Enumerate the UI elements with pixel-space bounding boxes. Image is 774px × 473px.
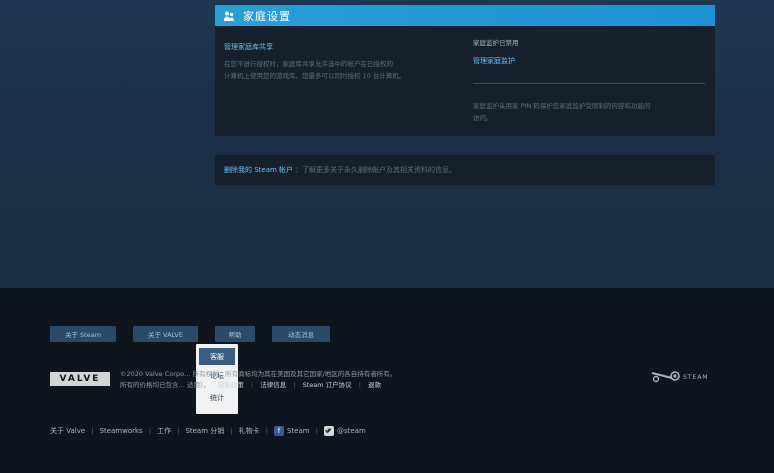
separator: | — [177, 427, 180, 435]
separator: | — [358, 381, 361, 389]
copyright-line: ©2020 Valve Corpo… 所有权利。所有商标均为其在美国及其它国家/… — [120, 370, 397, 378]
separator: | — [315, 427, 318, 435]
desc-line: 在您不进行授权时，家庭库共享允许选中的帐户在已授权的 — [224, 60, 393, 68]
refunds-link[interactable]: 退款 — [368, 381, 381, 389]
manage-library-sharing-link[interactable]: 管理家庭库共享 — [224, 42, 424, 52]
delete-account-bar: 删除我的 Steam 帐户 ：了解更多关于永久删除帐户及其相关资料的信息。 — [215, 155, 715, 185]
family-view-status: 家庭监护已禁用 — [473, 39, 519, 47]
family-view-note: 家庭监护采用家 PIN 码保护您家庭监护受限制的内容和功能的 访问。 — [473, 100, 705, 124]
twitter-icon[interactable] — [323, 426, 334, 436]
separator: | — [91, 427, 94, 435]
footer: 关于 Steam 关于 VALVE 帮助 动态消息 客服 论坛 统计 VALVE… — [0, 288, 774, 473]
family-settings-panel: 家庭设置 管理家庭库共享 在您不进行授权时，家庭库共享允许选中的帐户在已授权的 … — [215, 5, 715, 136]
dropdown-item-support[interactable]: 客服 — [199, 348, 235, 365]
steam-logo-icon — [651, 371, 680, 383]
separator: | — [265, 427, 268, 435]
delete-account-description: ：了解更多关于永久删除帐户及其相关资料的信息。 — [295, 166, 457, 174]
legal-link[interactable]: 法律信息 — [260, 381, 286, 389]
facebook-icon[interactable]: f — [273, 426, 284, 436]
help-button[interactable]: 帮助 — [215, 326, 255, 342]
about-valve-link[interactable]: 关于 Valve — [50, 426, 85, 436]
separator: | — [148, 427, 152, 435]
steam-logo-text: STEAM — [683, 373, 709, 381]
copyright-line: 所有的价格均已包含… 适用）。 — [120, 381, 210, 389]
family-icon — [223, 10, 235, 22]
panel-header: 家庭设置 — [215, 5, 715, 26]
separator: | — [293, 381, 296, 389]
separator: | — [250, 381, 254, 389]
bottom-links: 关于 Valve | Steamworks | 工作 | Steam 分销 | … — [50, 426, 366, 436]
valve-logo: VALVE — [50, 372, 110, 386]
privacy-policy-link[interactable]: 隐私政策 — [218, 381, 244, 389]
manage-family-view-link[interactable]: 管理家庭监护 — [473, 56, 705, 66]
library-sharing-description: 在您不进行授权时，家庭库共享允许选中的帐户在已授权的 计算机上使用您的游戏库。您… — [224, 58, 424, 82]
steam-logo: STEAM — [650, 370, 709, 384]
gift-cards-link[interactable]: 礼物卡 — [239, 426, 260, 436]
copyright-text: ©2020 Valve Corpo… 所有权利。所有商标均为其在美国及其它国家/… — [120, 369, 520, 391]
panel-title: 家庭设置 — [243, 9, 291, 23]
divider — [473, 83, 705, 84]
desc-line: 计算机上使用您的游戏库。您最多可以同时授权 10 台计算机。 — [224, 72, 406, 80]
facebook-link[interactable]: Steam — [287, 427, 310, 435]
note-line: 访问。 — [473, 114, 493, 122]
about-valve-button[interactable]: 关于 VALVE — [133, 326, 198, 342]
subscriber-agreement-link[interactable]: Steam 订户协议 — [303, 381, 352, 389]
twitter-link[interactable]: @steam — [337, 427, 366, 435]
jobs-link[interactable]: 工作 — [157, 426, 171, 436]
note-line: 家庭监护采用家 PIN 码保护您家庭监护受限制的内容和功能的 — [473, 102, 651, 110]
separator: | — [230, 427, 233, 435]
news-button[interactable]: 动态消息 — [272, 326, 330, 342]
footer-button-row: 关于 Steam 关于 VALVE 帮助 动态消息 — [50, 326, 347, 342]
steamworks-link[interactable]: Steamworks — [100, 427, 143, 435]
delete-account-link[interactable]: 删除我的 Steam 帐户 — [224, 165, 293, 175]
steam-distribution-link[interactable]: Steam 分销 — [185, 426, 224, 436]
about-steam-button[interactable]: 关于 Steam — [50, 326, 116, 342]
